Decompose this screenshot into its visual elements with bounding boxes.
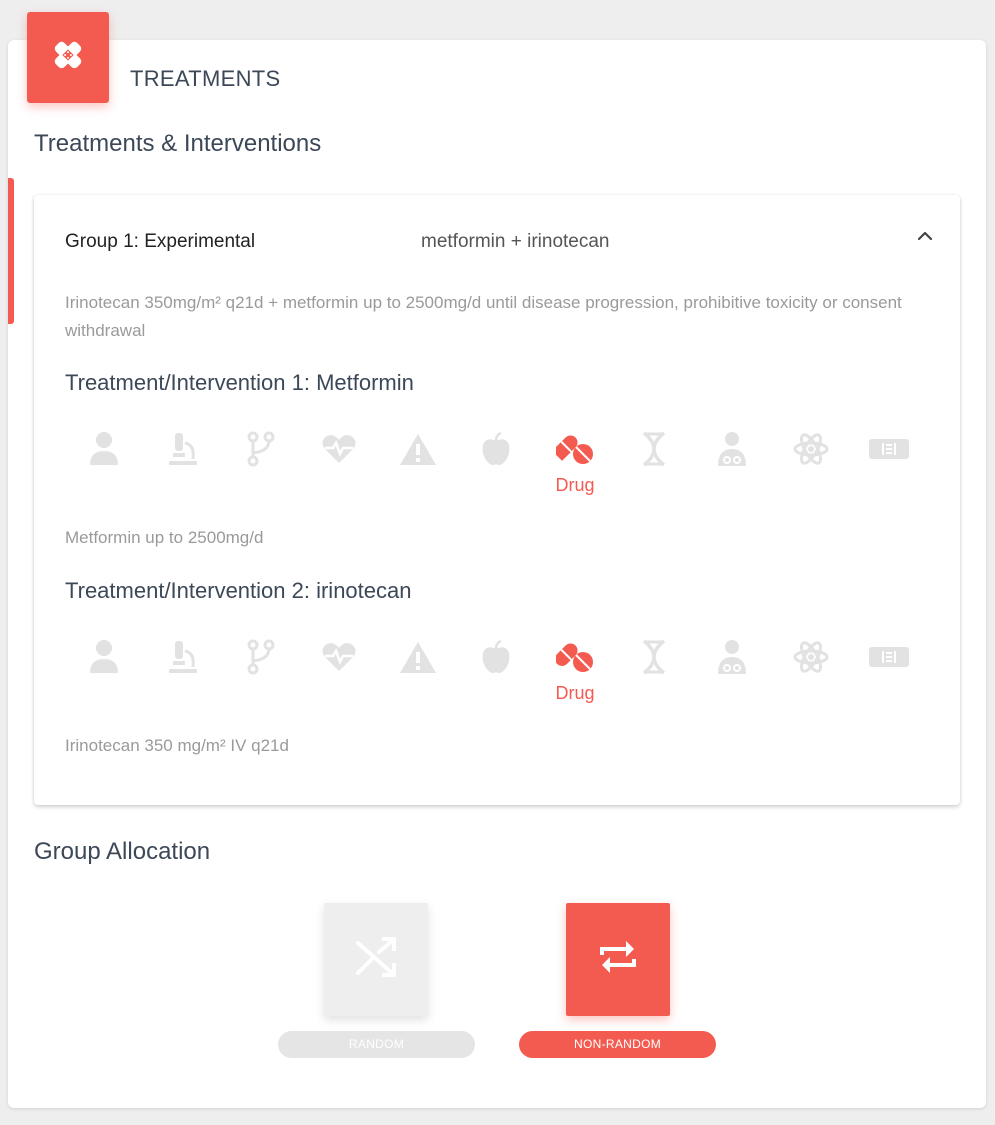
film-icon[interactable] (869, 429, 909, 469)
bandage-icon (51, 38, 85, 77)
apple-icon[interactable] (476, 637, 516, 677)
group-panel: Group 1: Experimental metformin + irinot… (34, 195, 960, 805)
person-icon[interactable] (84, 429, 124, 469)
heartbeat-icon[interactable] (319, 637, 359, 677)
microscope-icon[interactable] (162, 637, 202, 677)
branch-icon[interactable] (241, 429, 281, 469)
page-title: TREATMENTS (130, 66, 281, 91)
pills-icon[interactable] (555, 637, 595, 677)
repeat-icon (594, 933, 642, 986)
intervention-2-title: Treatment/Intervention 2: irinotecan (65, 578, 412, 603)
treatments-section-title: Treatments & Interventions (34, 130, 322, 157)
shuffle-icon (352, 933, 400, 986)
chevron-up-icon[interactable] (914, 225, 936, 247)
intervention-1-description: Metformin up to 2500mg/d (65, 528, 264, 547)
allocation-section-title: Group Allocation (34, 838, 211, 865)
person-icon[interactable] (84, 637, 124, 677)
doctor-icon[interactable] (712, 429, 752, 469)
random-label[interactable]: RANDOM (278, 1031, 475, 1058)
warning-icon[interactable] (398, 429, 438, 469)
microscope-icon[interactable] (162, 429, 202, 469)
dna-icon[interactable] (634, 429, 674, 469)
branch-icon[interactable] (241, 637, 281, 677)
intervention-1-type-icons: Drug (84, 429, 924, 499)
intervention-2-type-icons: Drug (84, 637, 924, 707)
selected-type-label: Drug (555, 475, 595, 495)
non-random-label[interactable]: NON-RANDOM (519, 1031, 716, 1058)
pills-icon[interactable] (555, 429, 595, 469)
left-accent-bar (8, 178, 14, 324)
group-drugs: metformin + irinotecan (421, 231, 610, 252)
heartbeat-icon[interactable] (319, 429, 359, 469)
warning-icon[interactable] (398, 637, 438, 677)
apple-icon[interactable] (476, 429, 516, 469)
atom-icon[interactable] (791, 429, 831, 469)
group-name: Group 1: Experimental (65, 231, 256, 252)
doctor-icon[interactable] (712, 637, 752, 677)
random-allocation-button[interactable] (324, 903, 428, 1016)
dna-icon[interactable] (634, 637, 674, 677)
header-badge (27, 12, 109, 103)
intervention-2-description: Irinotecan 350 mg/m² IV q21d (65, 736, 289, 755)
film-icon[interactable] (869, 637, 909, 677)
group-description: Irinotecan 350mg/m² q21d + metformin up … (65, 293, 902, 340)
atom-icon[interactable] (791, 637, 831, 677)
selected-type-label: Drug (555, 683, 595, 703)
intervention-1-title: Treatment/Intervention 1: Metformin (65, 370, 414, 395)
non-random-allocation-button[interactable] (566, 903, 670, 1016)
